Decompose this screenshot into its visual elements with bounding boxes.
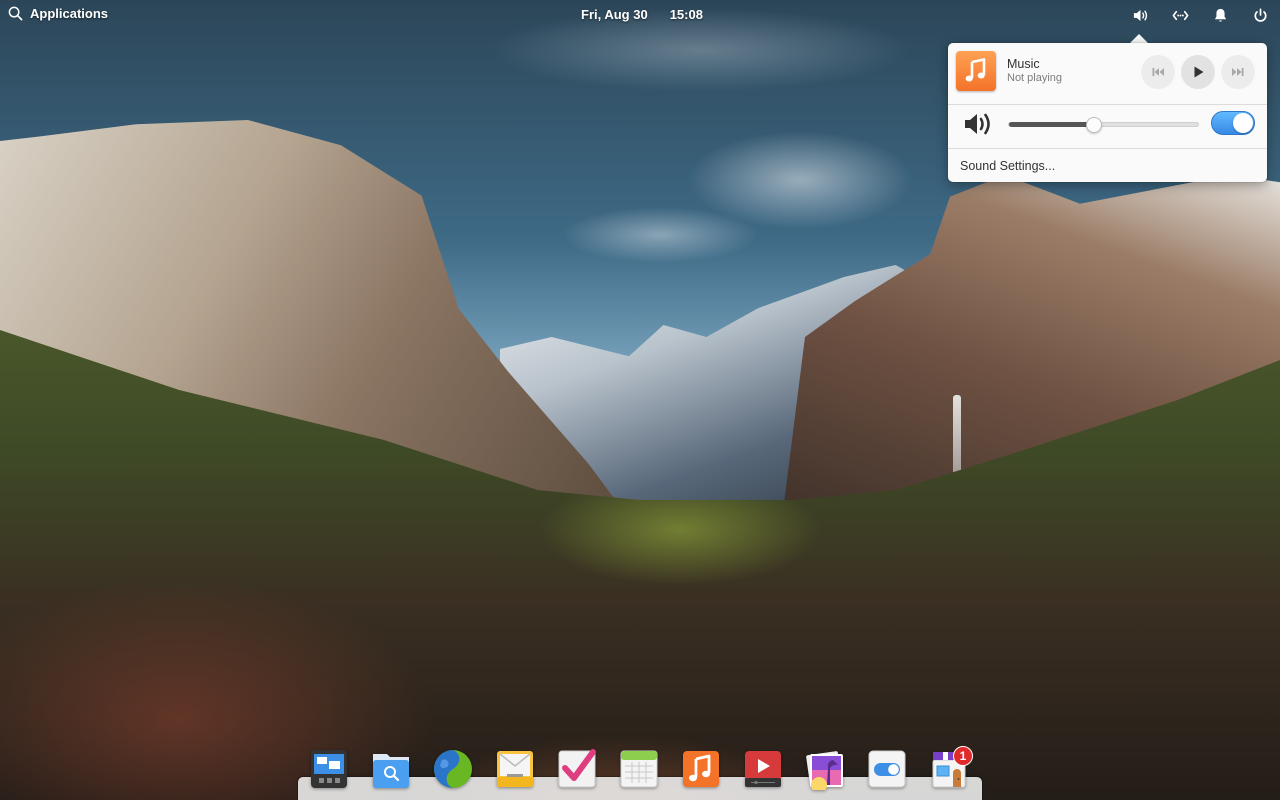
- skip-forward-icon: [1232, 68, 1244, 76]
- volume-slider-fill: [1009, 122, 1095, 127]
- next-button[interactable]: [1221, 55, 1255, 89]
- indicator-area: [1120, 0, 1280, 30]
- calendar-icon: [620, 750, 658, 788]
- datetime-indicator[interactable]: Fri, Aug 30 15:08: [581, 7, 703, 22]
- time-label: 15:08: [669, 7, 703, 22]
- play-icon: [1194, 66, 1204, 78]
- media-player: Music Not playing: [948, 43, 1267, 99]
- files-icon: [373, 754, 409, 788]
- applications-menu-button[interactable]: Applications: [8, 6, 108, 21]
- applications-label: Applications: [30, 6, 109, 21]
- speaker-icon: [1133, 9, 1147, 21]
- sound-popover: Music Not playing Sound Settings...: [948, 43, 1267, 182]
- notifications-indicator[interactable]: [1200, 0, 1240, 30]
- date-label: Fri, Aug 30: [581, 7, 648, 22]
- dock-item-tasks[interactable]: [557, 748, 597, 790]
- player-status: Not playing: [1007, 72, 1063, 84]
- skip-back-icon: [1152, 68, 1164, 76]
- dock-items: 1: [309, 746, 973, 790]
- dock-item-system-settings[interactable]: [867, 748, 907, 790]
- sound-indicator[interactable]: [1120, 0, 1160, 30]
- dock-item-videos[interactable]: [743, 748, 783, 790]
- mail-icon: [497, 751, 533, 787]
- music-note-icon: [965, 58, 986, 82]
- volume-slider-handle[interactable]: [1086, 117, 1103, 133]
- network-wired-icon: [1172, 10, 1188, 20]
- dock-item-appcenter[interactable]: 1: [929, 746, 973, 790]
- network-indicator[interactable]: [1160, 0, 1200, 30]
- dock-item-multitasking-view[interactable]: [309, 748, 349, 790]
- volume-high-icon: [965, 113, 990, 135]
- mute-toggle-switch[interactable]: [1211, 111, 1255, 135]
- volume-control: [948, 108, 1267, 140]
- dock-item-mail[interactable]: [495, 748, 535, 790]
- dock-item-web-browser[interactable]: [433, 748, 473, 790]
- toggle-knob: [1233, 113, 1253, 133]
- volume-slider[interactable]: [1008, 117, 1199, 133]
- power-icon: [1254, 8, 1266, 22]
- music-icon: [683, 751, 719, 787]
- dock-item-files[interactable]: [371, 748, 411, 790]
- dock-item-photos[interactable]: [805, 748, 845, 790]
- browser-icon: [434, 750, 472, 788]
- multitasking-icon: [311, 750, 347, 788]
- session-indicator[interactable]: [1240, 0, 1280, 30]
- popover-divider: [948, 148, 1267, 149]
- tasks-icon: [558, 749, 596, 788]
- play-button[interactable]: [1181, 55, 1215, 89]
- photos-icon: [806, 751, 843, 790]
- popover-divider: [948, 104, 1267, 105]
- previous-button[interactable]: [1141, 55, 1175, 89]
- music-app-icon[interactable]: [956, 51, 996, 91]
- update-count-badge: 1: [953, 746, 973, 766]
- dock-item-music[interactable]: [681, 748, 721, 790]
- top-panel: Applications Fri, Aug 30 15:08: [0, 0, 1280, 30]
- search-icon: [8, 6, 23, 21]
- videos-icon: [745, 751, 781, 787]
- bell-icon: [1214, 8, 1226, 22]
- dock-item-calendar[interactable]: [619, 748, 659, 790]
- settings-toggle-icon: [868, 750, 906, 788]
- sound-settings-menuitem[interactable]: Sound Settings...: [960, 159, 1055, 173]
- player-app-name: Music: [1007, 57, 1040, 71]
